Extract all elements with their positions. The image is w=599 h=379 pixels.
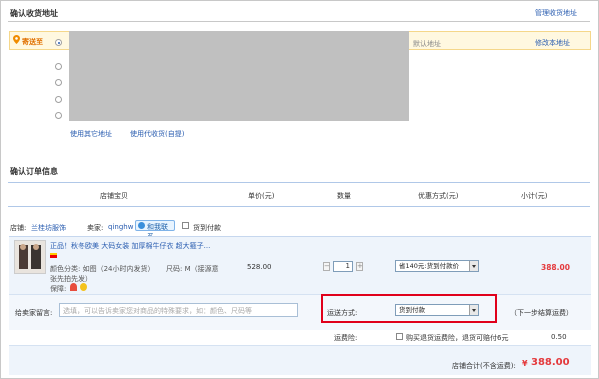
cod-label: 货到付款 (193, 224, 221, 232)
address-radio-3[interactable] (55, 79, 62, 86)
insurance-checkbox[interactable] (396, 333, 403, 340)
col-header-item: 店铺宝贝 (100, 192, 128, 200)
chat-icon (138, 222, 145, 229)
divider (8, 21, 590, 22)
address-radio-2[interactable] (55, 63, 62, 70)
chevron-down-icon (469, 261, 478, 271)
shipping-note: （下一步结算运费） (510, 309, 573, 317)
shipping-label: 运送方式: (327, 309, 358, 317)
divider (8, 182, 590, 183)
address-radio-1[interactable] (55, 39, 62, 46)
insurance-label: 运费险: (334, 334, 358, 342)
discount-select-value: 省140元:货到付款价 (399, 262, 460, 270)
use-other-address-link[interactable]: 使用其它地址 (70, 129, 112, 139)
insurance-price: 0.50 (551, 333, 567, 341)
order-section-title: 确认订单信息 (10, 167, 58, 176)
col-header-subtotal: 小计(元) (521, 192, 548, 200)
location-pin-icon (13, 35, 20, 44)
col-header-quantity: 数量 (337, 192, 351, 200)
default-address-label: 默认地址 (413, 40, 441, 48)
size-info: 尺码: M（接源意 (166, 265, 219, 273)
insurance-text: 购买退货运费险，退货可赔付6元 (406, 334, 509, 342)
manage-address-link[interactable]: 管理收货地址 (535, 8, 577, 18)
quantity-input[interactable]: 1 (333, 261, 353, 272)
guarantee-shield-icon (70, 283, 77, 291)
edit-address-link[interactable]: 修改本地址 (535, 38, 570, 48)
message-label: 给卖家留言: (15, 309, 53, 317)
item-subtotal: 388.00 (541, 263, 570, 272)
message-input[interactable]: 选填，可以告诉卖家您对商品的特殊要求，如：颜色、尺码等 (59, 303, 298, 317)
guarantee-label: 保障: (50, 285, 67, 293)
address-radio-5[interactable] (55, 112, 62, 119)
use-pickup-point-link[interactable]: 使用代收货(自提) (130, 129, 184, 139)
cod-icon (182, 222, 189, 229)
flag-icon (50, 253, 57, 258)
total-currency: ¥ (522, 359, 528, 368)
guarantee-bulb-icon (80, 283, 87, 291)
col-header-price: 单价(元) (248, 192, 275, 200)
contact-seller-button[interactable]: 和我联系 (135, 220, 175, 241)
total-amount: 388.00 (531, 357, 570, 368)
col-header-discount: 优惠方式(元) (418, 192, 459, 200)
qty-plus-button[interactable]: + (356, 262, 363, 271)
product-thumbnail[interactable] (14, 240, 46, 274)
total-label: 店铺合计(不含运费): (452, 362, 516, 370)
address-section-title: 确认收货地址 (10, 9, 58, 18)
send-to-label: 寄送至 (22, 38, 43, 46)
chevron-down-icon (469, 305, 478, 315)
address-radio-4[interactable] (55, 96, 62, 103)
divider (8, 206, 590, 207)
shop-label: 店铺: (10, 224, 27, 232)
discount-select[interactable]: 省140元:货到付款价 (395, 260, 479, 272)
seller-label: 卖家: (87, 224, 104, 232)
color-info: 颜色分类: 如图（24小时内发货） (50, 265, 155, 273)
unit-price: 528.00 (247, 263, 272, 271)
seller-name-link[interactable]: qinghw (108, 223, 133, 231)
shop-name-link[interactable]: 兰桂坊服饰 (31, 223, 66, 233)
redacted-address-block (69, 31, 409, 121)
qty-minus-button[interactable]: − (323, 262, 330, 271)
shipping-method-value: 货到付款 (399, 306, 425, 314)
product-title-link[interactable]: 正品！秋冬欧美 大码女装 加厚棉牛仔衣 超大箍子... (50, 241, 210, 251)
shipping-method-select[interactable]: 货到付款 (395, 304, 479, 316)
